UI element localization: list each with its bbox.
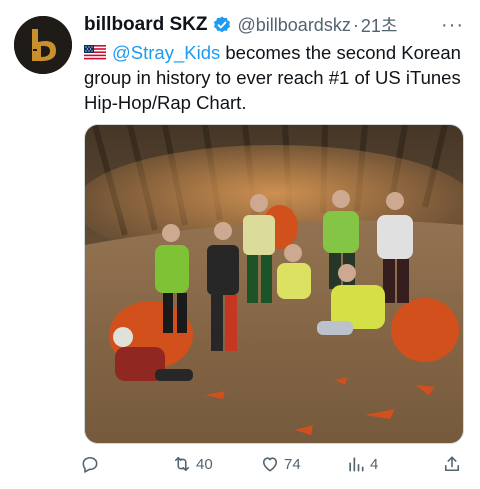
views-icon [349,457,364,472]
reply-icon [82,456,98,473]
retweet-icon [174,456,190,472]
share-button[interactable] [442,454,466,474]
retweet-button[interactable]: 40 [172,454,213,474]
verified-badge-icon [212,15,232,35]
heart-icon [262,457,278,472]
tweet-media-photo[interactable] [84,124,464,444]
mention-link[interactable]: @Stray_Kids [112,42,220,63]
billboard-skz-logo [14,16,72,74]
tweet-card[interactable]: billboard SKZ @billboardskz · 21초 ··· @S… [0,0,480,489]
more-options-icon[interactable]: ··· [441,14,464,37]
timestamp[interactable]: 21초 [361,12,398,38]
like-button[interactable]: 74 [260,454,301,474]
us-flag-icon [84,41,106,60]
share-icon [444,456,460,472]
avatar[interactable] [14,16,72,74]
separator-dot: · [352,14,359,35]
retweet-count: 40 [196,455,213,473]
views-button[interactable]: 4 [346,454,378,474]
like-count: 74 [284,455,301,473]
reply-button[interactable] [80,454,104,474]
display-name[interactable]: billboard SKZ [84,14,208,36]
tweet-text: @Stray_Kids becomes the second Korean gr… [84,40,464,115]
handle[interactable]: @billboardskz [238,15,351,36]
group-photo-image [85,125,463,443]
action-bar: 40 74 4 [78,454,468,480]
views-count: 4 [370,455,379,473]
tweet-header: billboard SKZ @billboardskz · 21초 ··· [84,12,464,38]
